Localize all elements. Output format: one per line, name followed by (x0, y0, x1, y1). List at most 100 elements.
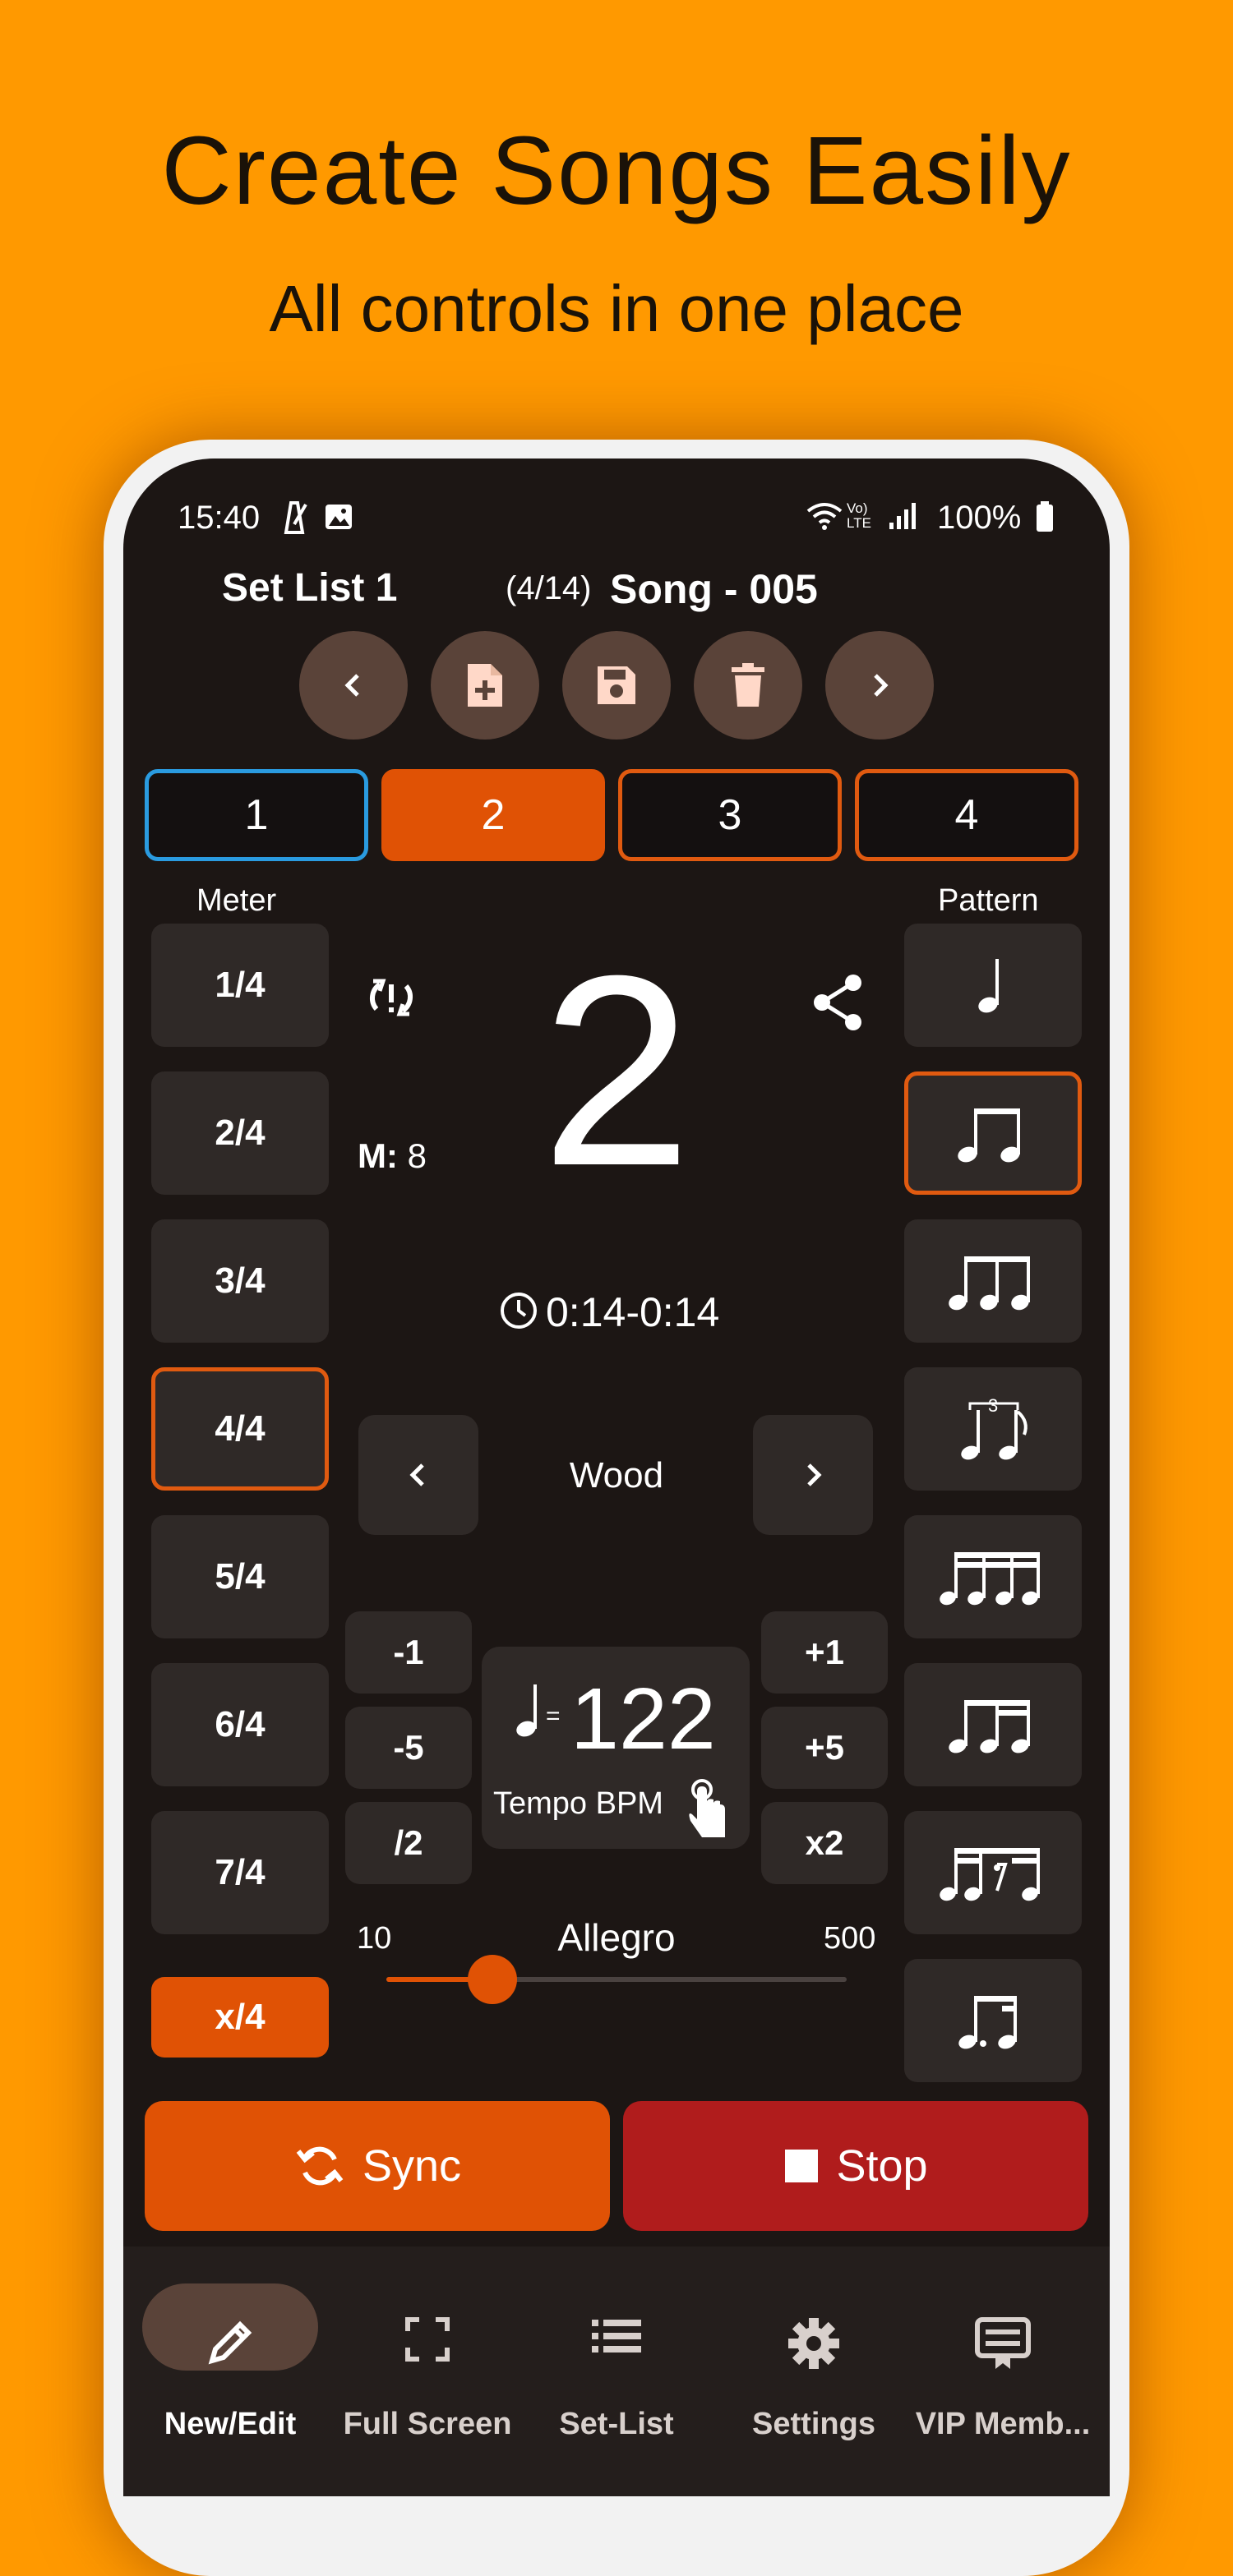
tempo-display[interactable]: = 122 Tempo BPM (482, 1647, 750, 1849)
sound-name: Wood (569, 1455, 664, 1495)
pattern-triplet-eighths[interactable] (904, 1219, 1082, 1343)
tempo-double-button[interactable]: x2 (761, 1802, 888, 1884)
chevron-left-icon (409, 1463, 424, 1486)
tap-hand-icon[interactable] (684, 1778, 733, 1841)
meter-label: Meter (196, 883, 277, 918)
tempo-half-button[interactable]: /2 (345, 1802, 472, 1884)
nav-vip-membership[interactable]: VIP Memb... (904, 2247, 1101, 2493)
eighth-notes-icon (958, 1108, 1020, 1163)
pattern-quarter[interactable] (904, 924, 1082, 1047)
promo-subline: All controls in one place (269, 272, 964, 345)
stop-button[interactable]: Stop (623, 2101, 1088, 2231)
meter-1-4[interactable]: 1/4 (151, 924, 329, 1047)
bottom-navigation: New/Edit Full Screen Set-List Settings V… (123, 2247, 1110, 2496)
nav-label-set-list: Set-List (559, 2407, 674, 2441)
wifi-icon (806, 501, 843, 535)
pattern-eighths[interactable] (904, 1071, 1082, 1195)
nav-set-list[interactable]: Set-List (518, 2247, 715, 2493)
sync-icon (296, 2146, 344, 2186)
chevron-right-icon (807, 1463, 822, 1486)
status-time: 15:40 (178, 500, 261, 536)
nav-label-settings: Settings (752, 2407, 875, 2441)
gear-icon (788, 2318, 839, 2369)
meter-6-4[interactable]: 6/4 (151, 1663, 329, 1786)
triplet-swing-icon: 3 (961, 1395, 1028, 1460)
pattern-dotted[interactable] (904, 1959, 1082, 2082)
nav-settings[interactable]: Settings (715, 2247, 912, 2493)
sixteenth-notes-icon (940, 1552, 1040, 1606)
new-song-button[interactable] (431, 631, 539, 740)
battery-icon (1036, 501, 1054, 537)
previous-sound-button[interactable] (358, 1415, 478, 1535)
meter-7-4[interactable]: 7/4 (151, 1811, 329, 1934)
elapsed-time: 0:14-0:14 (546, 1289, 720, 1335)
pattern-sixteenth-rest[interactable] (904, 1811, 1082, 1934)
pattern-eighth-two-sixteenths[interactable] (904, 1663, 1082, 1786)
next-sound-button[interactable] (753, 1415, 873, 1535)
pattern-sixteenths[interactable] (904, 1515, 1082, 1638)
stop-label: Stop (836, 2141, 928, 2191)
signal-icon (888, 501, 917, 535)
section-tab-4[interactable]: 4 (855, 769, 1078, 861)
tempo-max: 500 (824, 1921, 876, 1956)
nav-label-new-edit: New/Edit (164, 2407, 297, 2441)
meter-2-4[interactable]: 2/4 (151, 1071, 329, 1195)
share-icon[interactable] (810, 973, 865, 1036)
trash-icon (732, 663, 764, 707)
set-list-title[interactable]: Set List 1 (222, 565, 397, 611)
sixteenth-rest-icon (940, 1848, 1040, 1901)
meter-4-4[interactable]: 4/4 (151, 1367, 329, 1491)
app-screen: 15:40 Vo) LTE 100% Set List 1 (4/14) Son… (123, 459, 1110, 2496)
section-tab-1[interactable]: 1 (145, 769, 368, 861)
repeat-toggle-icon[interactable] (365, 973, 418, 1026)
song-count: (4/14) (506, 570, 592, 606)
chevron-right-icon (874, 674, 889, 697)
current-beat: 2 (541, 919, 692, 1222)
lte-indicator: Vo) LTE (847, 500, 871, 531)
tempo-minus-1-button[interactable]: -1 (345, 1611, 472, 1694)
meter-custom[interactable]: x/4 (151, 1977, 329, 2058)
file-add-icon (468, 664, 502, 707)
save-icon (598, 666, 635, 704)
tempo-bpm-value: 122 (570, 1670, 716, 1767)
sync-label: Sync (362, 2141, 462, 2191)
dotted-eighth-icon (958, 1996, 1017, 2049)
tempo-plus-1-button[interactable]: +1 (761, 1611, 888, 1694)
save-song-button[interactable] (562, 631, 671, 740)
delete-song-button[interactable] (694, 631, 802, 740)
stop-icon (785, 2150, 819, 2182)
tempo-slider-handle[interactable] (467, 1955, 517, 2004)
quarter-note-icon (516, 1684, 537, 1737)
fullscreen-icon (405, 2317, 450, 2362)
battery-percent: 100% (937, 500, 1022, 536)
metronome-icon (279, 500, 309, 538)
clock-icon (498, 1290, 539, 1335)
nav-new-edit[interactable]: New/Edit (132, 2247, 329, 2493)
quarter-note-icon (978, 959, 999, 1013)
nav-full-screen[interactable]: Full Screen (329, 2247, 526, 2493)
eighth-sixteenths-icon (949, 1700, 1030, 1753)
previous-song-button[interactable] (299, 631, 408, 740)
tempo-min: 10 (357, 1921, 392, 1956)
pattern-swing-triplet[interactable]: 3 (904, 1367, 1082, 1491)
meter-5-4[interactable]: 5/4 (151, 1515, 329, 1638)
pencil-icon (208, 2320, 252, 2365)
image-icon (324, 503, 353, 535)
tempo-minus-5-button[interactable]: -5 (345, 1707, 472, 1789)
sync-button[interactable]: Sync (145, 2101, 610, 2231)
nav-label-vip-membership: VIP Memb... (915, 2407, 1091, 2441)
section-tab-2[interactable]: 2 (381, 769, 605, 861)
promo-headline: Create Songs Easily (161, 117, 1072, 225)
svg-text:3: 3 (988, 1395, 998, 1416)
nav-label-full-screen: Full Screen (343, 2407, 512, 2441)
song-name[interactable]: Song - 005 (610, 565, 818, 613)
tempo-plus-5-button[interactable]: +5 (761, 1707, 888, 1789)
meter-3-4[interactable]: 3/4 (151, 1219, 329, 1343)
measure-counter: M: 8 (358, 1136, 427, 1176)
tempo-equals: = (546, 1703, 561, 1730)
next-song-button[interactable] (825, 631, 934, 740)
tempo-label: Tempo BPM (493, 1786, 663, 1821)
section-tab-3[interactable]: 3 (618, 769, 842, 861)
measure-prefix: M: (358, 1136, 398, 1175)
list-icon (592, 2320, 641, 2353)
